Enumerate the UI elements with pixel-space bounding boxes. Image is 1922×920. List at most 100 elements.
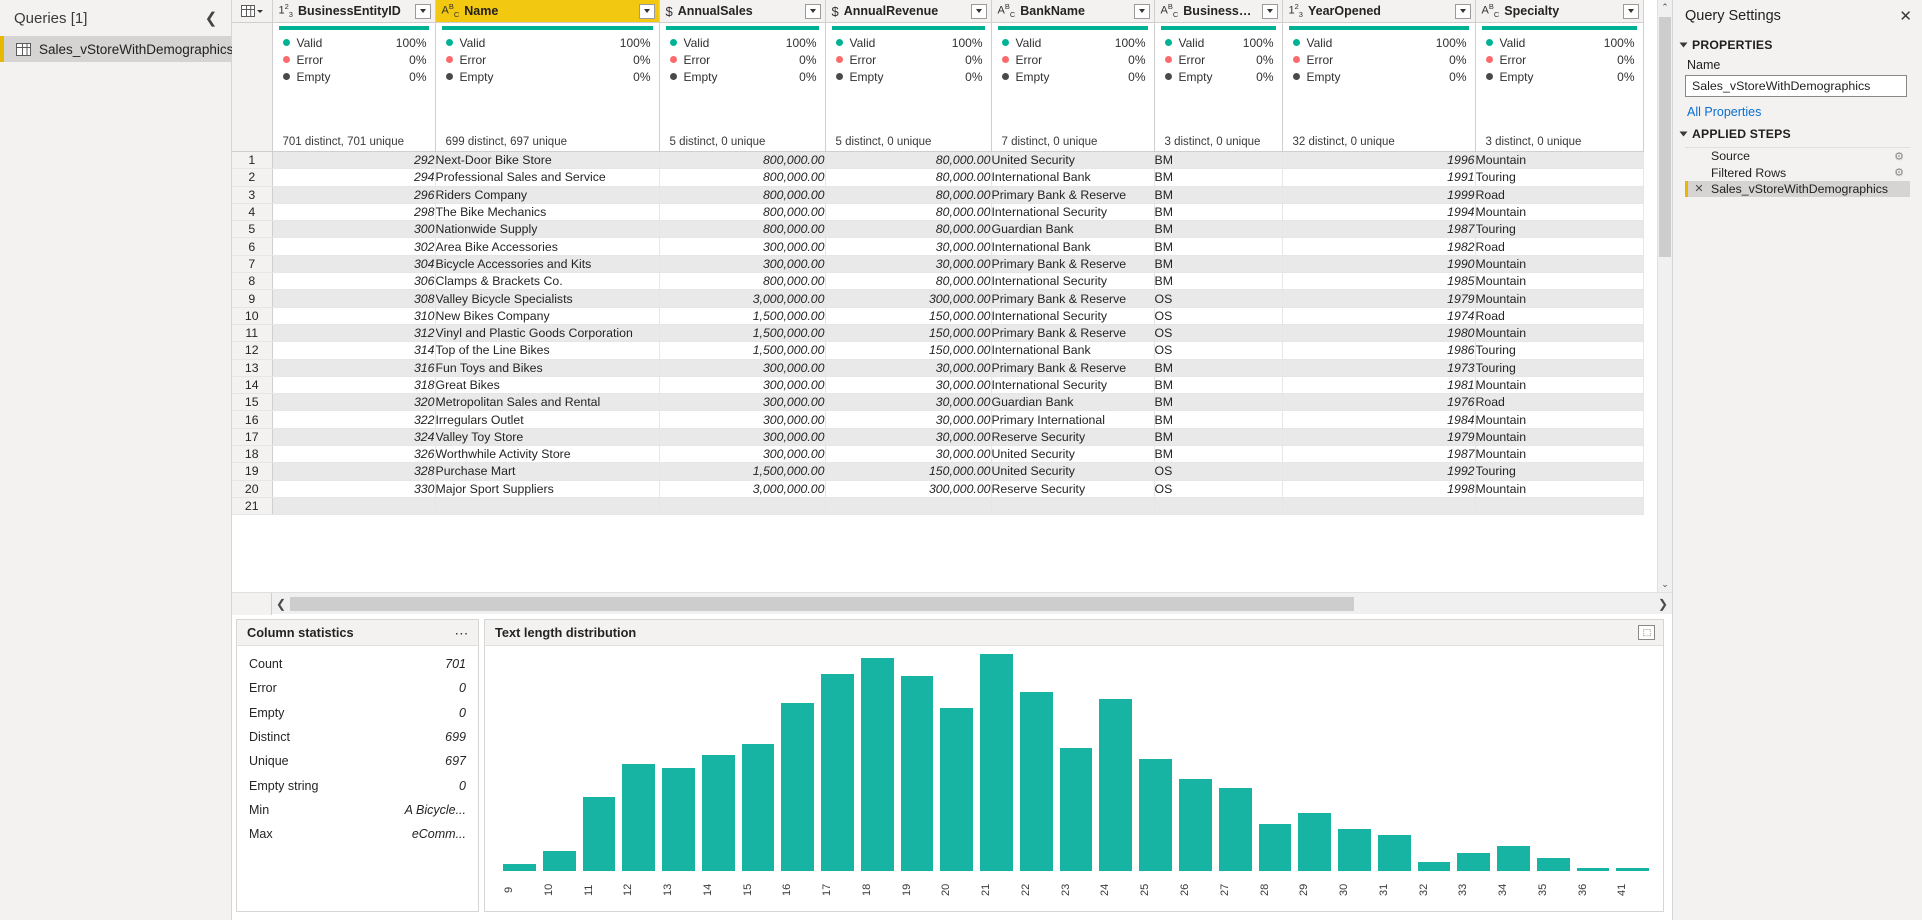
cell-name[interactable]: Valley Toy Store bbox=[435, 428, 659, 445]
cell-yearopened[interactable]: 1974 bbox=[1282, 307, 1475, 324]
cell-name[interactable]: Irregulars Outlet bbox=[435, 411, 659, 428]
cell-businesstype[interactable]: OS bbox=[1154, 324, 1282, 341]
cell-annualsales[interactable]: 300,000.00 bbox=[659, 255, 825, 272]
cell-annualrevenue[interactable]: 30,000.00 bbox=[825, 411, 991, 428]
cell-annualrevenue[interactable]: 150,000.00 bbox=[825, 307, 991, 324]
cell-businesstype[interactable]: BM bbox=[1154, 203, 1282, 220]
cell-annualrevenue[interactable]: 80,000.00 bbox=[825, 273, 991, 290]
cell-specialty[interactable]: Touring bbox=[1475, 359, 1643, 376]
cell-annualsales[interactable]: 300,000.00 bbox=[659, 411, 825, 428]
cell-specialty[interactable]: Touring bbox=[1475, 342, 1643, 359]
cell-annualsales[interactable]: 800,000.00 bbox=[659, 152, 825, 169]
cell-bankname[interactable]: Reserve Security bbox=[991, 428, 1154, 445]
cell-businessentityid[interactable]: 326 bbox=[272, 446, 435, 463]
cell-name[interactable]: Fun Toys and Bikes bbox=[435, 359, 659, 376]
cell-businessentityid[interactable]: 294 bbox=[272, 169, 435, 186]
cell-bankname[interactable]: Primary Bank & Reserve bbox=[991, 255, 1154, 272]
cell-bankname[interactable]: Primary Bank & Reserve bbox=[991, 359, 1154, 376]
cell-businesstype[interactable]: OS bbox=[1154, 342, 1282, 359]
cell-specialty[interactable]: Road bbox=[1475, 307, 1643, 324]
cell-name[interactable]: Great Bikes bbox=[435, 376, 659, 393]
table-row[interactable]: 8306Clamps & Brackets Co.800,000.0080,00… bbox=[232, 273, 1643, 290]
cell-bankname[interactable]: International Security bbox=[991, 376, 1154, 393]
cell-businesstype[interactable]: BM bbox=[1154, 238, 1282, 255]
cell-annualrevenue[interactable]: 80,000.00 bbox=[825, 221, 991, 238]
vscroll-track[interactable] bbox=[1658, 15, 1672, 577]
cell-annualsales[interactable]: 300,000.00 bbox=[659, 428, 825, 445]
cell-annualrevenue[interactable]: 150,000.00 bbox=[825, 342, 991, 359]
cell-specialty[interactable]: Mountain bbox=[1475, 376, 1643, 393]
cell-businessentityid[interactable]: 316 bbox=[272, 359, 435, 376]
all-properties-link[interactable]: All Properties bbox=[1673, 97, 1922, 121]
cell-businessentityid[interactable] bbox=[272, 497, 435, 514]
cell-annualrevenue[interactable]: 80,000.00 bbox=[825, 152, 991, 169]
cell-annualrevenue[interactable]: 30,000.00 bbox=[825, 394, 991, 411]
cell-annualsales[interactable]: 800,000.00 bbox=[659, 169, 825, 186]
column-header-annualsales[interactable]: $AnnualSales bbox=[659, 0, 825, 23]
cell-businessentityid[interactable]: 302 bbox=[272, 238, 435, 255]
table-row-partial[interactable]: 21 bbox=[232, 497, 1643, 514]
table-row[interactable]: 9308Valley Bicycle Specialists3,000,000.… bbox=[232, 290, 1643, 307]
cell-bankname[interactable]: United Security bbox=[991, 152, 1154, 169]
cell-bankname[interactable]: Primary Bank & Reserve bbox=[991, 186, 1154, 203]
cell-name[interactable]: The Bike Mechanics bbox=[435, 203, 659, 220]
table-row[interactable]: 17324Valley Toy Store300,000.0030,000.00… bbox=[232, 428, 1643, 445]
cell-businesstype[interactable]: BM bbox=[1154, 169, 1282, 186]
cell-annualsales[interactable]: 1,500,000.00 bbox=[659, 307, 825, 324]
applied-step[interactable]: Filtered Rows⚙ bbox=[1685, 164, 1910, 180]
cell-bankname[interactable]: International Bank bbox=[991, 238, 1154, 255]
cell-annualsales[interactable]: 1,500,000.00 bbox=[659, 324, 825, 341]
cell-businesstype[interactable]: OS bbox=[1154, 307, 1282, 324]
column-header-businesstype[interactable]: ABCBusinessType bbox=[1154, 0, 1282, 23]
vscroll-thumb[interactable] bbox=[1659, 17, 1671, 257]
cell-name[interactable]: Vinyl and Plastic Goods Corporation bbox=[435, 324, 659, 341]
cell-name[interactable]: Worthwhile Activity Store bbox=[435, 446, 659, 463]
grid-vertical-scrollbar[interactable]: ⌃ ⌄ bbox=[1657, 0, 1672, 592]
cell-annualrevenue[interactable]: 80,000.00 bbox=[825, 203, 991, 220]
cell-name[interactable]: Next-Door Bike Store bbox=[435, 152, 659, 169]
cell-annualsales[interactable]: 800,000.00 bbox=[659, 221, 825, 238]
cell-annualrevenue[interactable]: 150,000.00 bbox=[825, 463, 991, 480]
cell-name[interactable] bbox=[435, 497, 659, 514]
column-header-businessentityid[interactable]: 123BusinessEntityID bbox=[272, 0, 435, 23]
cell-bankname[interactable]: International Bank bbox=[991, 342, 1154, 359]
cell-businessentityid[interactable]: 312 bbox=[272, 324, 435, 341]
cell-annualrevenue[interactable] bbox=[825, 497, 991, 514]
cell-businesstype[interactable]: BM bbox=[1154, 446, 1282, 463]
cell-yearopened[interactable]: 1982 bbox=[1282, 238, 1475, 255]
column-filter-button[interactable] bbox=[1623, 4, 1639, 19]
cell-specialty[interactable]: Mountain bbox=[1475, 152, 1643, 169]
cell-businesstype[interactable]: BM bbox=[1154, 273, 1282, 290]
scroll-left-icon[interactable]: ❮ bbox=[272, 597, 290, 611]
cell-businesstype[interactable]: BM bbox=[1154, 428, 1282, 445]
cell-specialty[interactable]: Road bbox=[1475, 186, 1643, 203]
cell-bankname[interactable]: Reserve Security bbox=[991, 480, 1154, 497]
column-header-bankname[interactable]: ABCBankName bbox=[991, 0, 1154, 23]
table-row[interactable]: 13316Fun Toys and Bikes300,000.0030,000.… bbox=[232, 359, 1643, 376]
cell-bankname[interactable] bbox=[991, 497, 1154, 514]
cell-yearopened[interactable]: 1987 bbox=[1282, 446, 1475, 463]
cell-businesstype[interactable]: BM bbox=[1154, 221, 1282, 238]
cell-name[interactable]: Bicycle Accessories and Kits bbox=[435, 255, 659, 272]
cell-yearopened[interactable]: 1973 bbox=[1282, 359, 1475, 376]
column-header-specialty[interactable]: ABCSpecialty bbox=[1475, 0, 1643, 23]
column-header-yearopened[interactable]: 123YearOpened bbox=[1282, 0, 1475, 23]
cell-businessentityid[interactable]: 322 bbox=[272, 411, 435, 428]
close-icon[interactable]: ✕ bbox=[1899, 9, 1912, 24]
cell-bankname[interactable]: Primary Bank & Reserve bbox=[991, 290, 1154, 307]
scroll-up-icon[interactable]: ⌃ bbox=[1658, 0, 1672, 15]
cell-yearopened[interactable]: 1990 bbox=[1282, 255, 1475, 272]
ellipsis-icon[interactable]: ⋯ bbox=[454, 628, 470, 638]
cell-specialty[interactable]: Touring bbox=[1475, 463, 1643, 480]
cell-name[interactable]: Clamps & Brackets Co. bbox=[435, 273, 659, 290]
cell-businesstype[interactable]: BM bbox=[1154, 411, 1282, 428]
properties-section-header[interactable]: PROPERTIES bbox=[1673, 32, 1922, 56]
cell-businesstype[interactable]: OS bbox=[1154, 290, 1282, 307]
cell-annualsales[interactable] bbox=[659, 497, 825, 514]
cell-specialty[interactable]: Touring bbox=[1475, 221, 1643, 238]
table-row[interactable]: 18326Worthwhile Activity Store300,000.00… bbox=[232, 446, 1643, 463]
cell-specialty[interactable]: Mountain bbox=[1475, 411, 1643, 428]
cell-name[interactable]: Riders Company bbox=[435, 186, 659, 203]
cell-businessentityid[interactable]: 298 bbox=[272, 203, 435, 220]
cell-yearopened[interactable]: 1984 bbox=[1282, 411, 1475, 428]
